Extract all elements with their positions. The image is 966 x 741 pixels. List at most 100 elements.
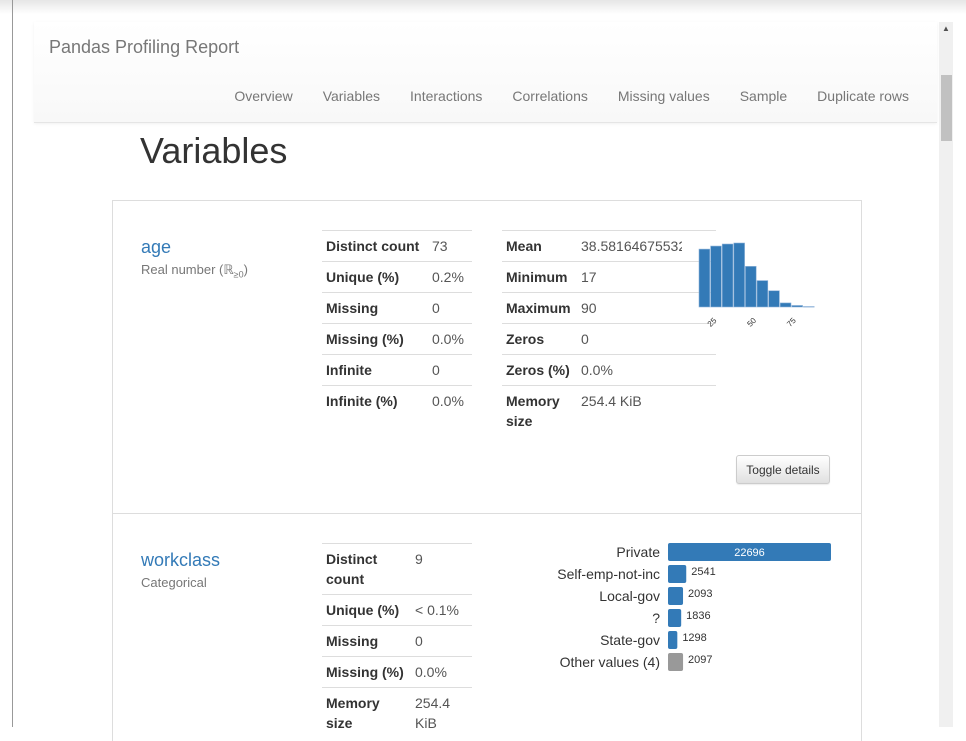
- category-label: Local-gov: [599, 588, 660, 604]
- histogram-tick-label: 75: [785, 316, 798, 329]
- stat-value: 73: [428, 230, 472, 262]
- histogram-bar: [721, 243, 734, 308]
- histogram-bar: [803, 306, 815, 308]
- stat-key: Missing (%): [322, 323, 428, 355]
- stat-value: 0: [428, 292, 472, 324]
- histogram-bar: [710, 245, 722, 308]
- category-value-label: 1836: [686, 610, 710, 622]
- stat-key: Missing: [322, 292, 428, 324]
- stat-key: Distinct count: [322, 543, 411, 595]
- stat-value: 254.4 KiB: [577, 385, 716, 436]
- histogram-bar: [768, 290, 780, 308]
- scroll-thumb[interactable]: [941, 75, 952, 141]
- histogram-tick-label: 25: [706, 316, 719, 329]
- stat-value: 0.0%: [428, 323, 472, 355]
- stat-value: 0.2%: [428, 261, 472, 293]
- category-label: Private: [616, 544, 660, 560]
- histogram-bar: [745, 266, 757, 308]
- stat-key: Distinct count: [322, 230, 428, 262]
- workclass-frequency-chart: Private 22696 Self-emp-not-inc 2541 Local-go…: [557, 543, 831, 671]
- navbar: Pandas Profiling Report Overview Variabl…: [34, 22, 937, 123]
- stat-row: Missing 0: [322, 292, 472, 324]
- section-divider: [113, 513, 861, 514]
- nav-variables[interactable]: Variables: [308, 88, 395, 104]
- window-top-shadow: [0, 0, 966, 14]
- type-suffix: ): [243, 262, 248, 277]
- stat-row: Infinite 0: [322, 354, 472, 386]
- stat-row: Unique (%) 0.2%: [322, 261, 472, 293]
- stat-value: 0.0%: [428, 385, 472, 416]
- page-title: Variables: [140, 130, 288, 171]
- stat-row: Memory size 254.4 KiB: [502, 385, 716, 436]
- age-stats-table-left: Distinct count 73 Unique (%) 0.2% Missing 0…: [322, 230, 472, 416]
- stat-key: Memory size: [322, 687, 411, 738]
- stat-key: Mean: [502, 230, 577, 262]
- stat-value: 0: [428, 354, 472, 386]
- category-bar: [668, 653, 684, 671]
- type-subscript: ≥0: [233, 269, 244, 280]
- variables-panel: age Real number (ℝ≥0) Distinct count 73 U…: [112, 200, 862, 741]
- variable-type-age: Real number (ℝ≥0): [141, 262, 248, 280]
- age-stats-table-right: Mean 38.58164675532 Minimum 17 Maximum 90 Z…: [502, 230, 716, 436]
- stat-key: Minimum: [502, 261, 577, 293]
- variable-name-workclass[interactable]: workclass: [141, 550, 220, 571]
- stat-row: Distinct count 73: [322, 230, 472, 262]
- stat-row: Missing (%) 0.0%: [322, 656, 472, 688]
- category-label: ?: [652, 610, 660, 626]
- stat-value: 0.0%: [577, 354, 716, 386]
- stat-row: Maximum 90: [502, 292, 716, 324]
- scroll-up-arrow-icon[interactable]: ▲: [941, 24, 951, 34]
- type-label: Real number (ℝ: [141, 262, 234, 277]
- variable-name-age[interactable]: age: [141, 237, 171, 258]
- category-bar: [668, 631, 678, 649]
- stat-key: Unique (%): [322, 594, 411, 626]
- stat-value: 0.0%: [411, 656, 472, 688]
- stat-key: Infinite (%): [322, 385, 428, 416]
- stat-value: 254.4 KiB: [411, 687, 472, 738]
- stat-key: Zeros: [502, 323, 577, 355]
- category-value-label: 2541: [691, 566, 715, 578]
- nav-duplicate-rows[interactable]: Duplicate rows: [802, 88, 924, 104]
- category-bar: [668, 565, 687, 583]
- stat-key: Missing: [322, 625, 411, 657]
- nav-overview[interactable]: Overview: [219, 88, 307, 104]
- histogram-bar: [756, 280, 769, 308]
- stat-row: Unique (%) < 0.1%: [322, 594, 472, 626]
- vertical-scrollbar[interactable]: ▲: [939, 22, 953, 727]
- stat-row: Infinite (%) 0.0%: [322, 385, 472, 416]
- toggle-details-button[interactable]: Toggle details: [736, 455, 830, 484]
- stat-key: Zeros (%): [502, 354, 577, 386]
- nav-missing-values[interactable]: Missing values: [603, 88, 725, 104]
- histogram-tick-label: 50: [745, 316, 758, 329]
- navbar-brand[interactable]: Pandas Profiling Report: [49, 37, 239, 58]
- stat-row: Mean 38.58164675532: [502, 230, 716, 262]
- category-value-label: 2097: [688, 654, 712, 666]
- nav-interactions[interactable]: Interactions: [395, 88, 497, 104]
- histogram-bar: [779, 302, 792, 308]
- variable-type-workclass: Categorical: [141, 575, 207, 590]
- stat-row: Missing (%) 0.0%: [322, 323, 472, 355]
- nav-correlations[interactable]: Correlations: [497, 88, 602, 104]
- category-label: Self-emp-not-inc: [557, 566, 660, 582]
- category-value-label: 22696: [734, 547, 765, 559]
- stat-value: < 0.1%: [411, 594, 472, 626]
- histogram-bar: [698, 248, 711, 308]
- stat-row: Distinct count 9: [322, 543, 472, 595]
- category-label: State-gov: [600, 632, 660, 648]
- stat-row: Missing 0: [322, 625, 472, 657]
- nav-links: Overview Variables Interactions Correlat…: [219, 88, 924, 104]
- category-bar: [668, 587, 684, 605]
- left-border: [12, 0, 13, 727]
- stat-key: Memory size: [502, 385, 577, 436]
- nav-sample[interactable]: Sample: [725, 88, 802, 104]
- stat-row: Memory size 254.4 KiB: [322, 687, 472, 738]
- category-bar: [668, 609, 682, 627]
- stat-key: Unique (%): [322, 261, 428, 293]
- stat-key: Maximum: [502, 292, 577, 324]
- category-label: Other values (4): [560, 654, 660, 670]
- category-value-label: 2093: [688, 588, 712, 600]
- category-value-label: 1298: [682, 632, 706, 644]
- stat-row: Zeros (%) 0.0%: [502, 354, 716, 386]
- stat-row: Zeros 0: [502, 323, 716, 355]
- stat-value: 0: [411, 625, 472, 657]
